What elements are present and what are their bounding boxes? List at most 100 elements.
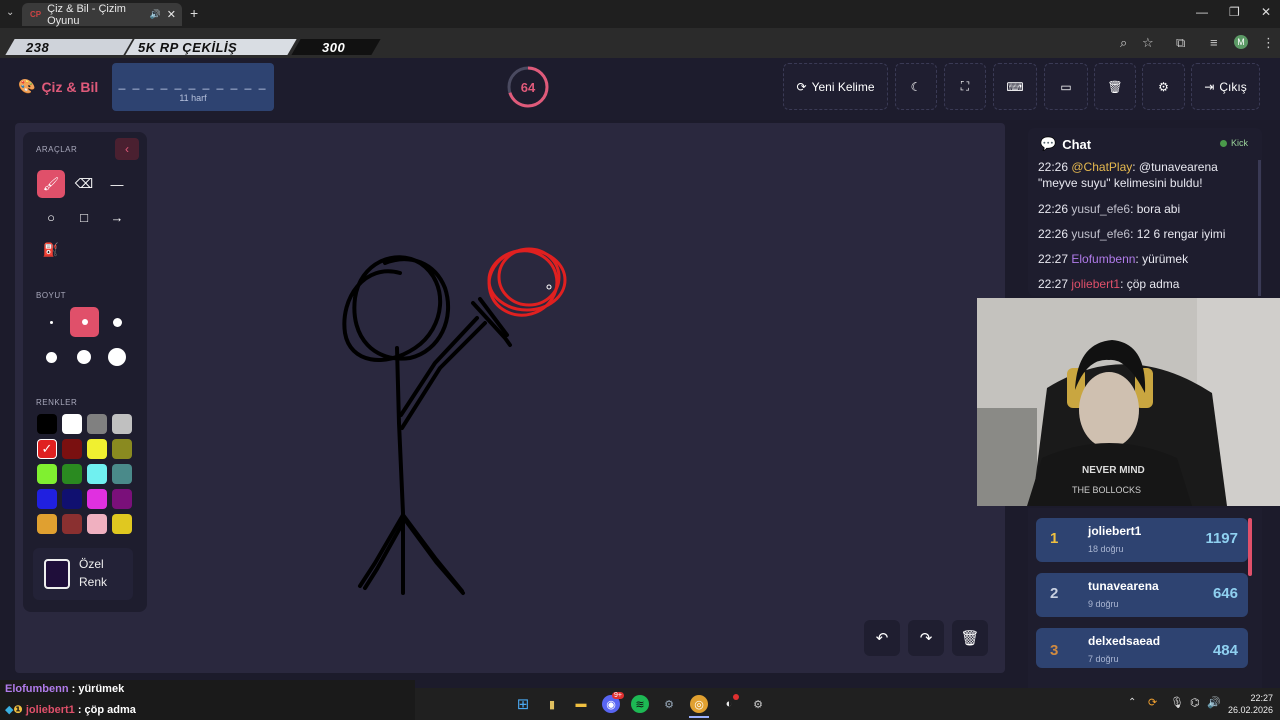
color-swatch[interactable] (87, 514, 107, 534)
circle-tool[interactable]: ○ (37, 203, 65, 231)
arrow-right-icon: → (110, 209, 124, 225)
clear-canvas-button[interactable]: 🗑 (952, 620, 988, 656)
chat-user: yusuf_efe6 (1071, 227, 1131, 241)
color-swatch[interactable] (62, 439, 82, 459)
color-swatch[interactable] (87, 489, 107, 509)
zoom-icon[interactable]: ⌕ (1120, 35, 1127, 51)
tab-close-icon[interactable]: ✕ (167, 8, 176, 21)
color-swatch[interactable] (87, 414, 107, 434)
palette-icon: 🎨 (18, 78, 36, 94)
header-trash-button[interactable]: 🗑 (1094, 63, 1136, 110)
leaderboard-rank: 3 (1050, 642, 1059, 659)
steam-icon[interactable]: ⚙ (660, 695, 678, 713)
fullscreen-button[interactable]: ⛶ (944, 63, 986, 110)
line-tool[interactable]: — (103, 170, 131, 198)
color-swatch[interactable] (37, 464, 57, 484)
leaderboard-score: 484 (1212, 642, 1238, 659)
tab-favicon-icon: CP (30, 10, 42, 19)
chat-text: : yürümek (1135, 252, 1189, 266)
settings-button[interactable]: ⚙ (1142, 63, 1185, 110)
color-swatch[interactable] (112, 514, 132, 534)
leaderboard-row: 1 joliebert1 18 doğru 1197 (1036, 518, 1248, 562)
volume-icon[interactable]: 🔊 (1207, 696, 1221, 709)
overlay-title: 5K RP ÇEKİLİŞ (138, 40, 238, 55)
network-icon[interactable]: ⌬ (1190, 696, 1200, 709)
size-4-button[interactable] (37, 343, 65, 371)
custom-color-label: Özel Renk (79, 555, 107, 591)
chrome-icon[interactable]: ◎ (690, 695, 708, 713)
color-swatch[interactable] (37, 514, 57, 534)
chevron-left-icon: ‹ (125, 142, 129, 156)
rectangle-tool[interactable]: □ (70, 203, 98, 231)
custom-color-label-line1: Özel (79, 557, 104, 571)
app-logo[interactable]: 🎨 Çiz & Bil (18, 78, 98, 95)
arrow-tool[interactable]: → (103, 203, 131, 231)
archive-button[interactable]: ▭ (1044, 63, 1088, 110)
size-2-button[interactable] (70, 307, 99, 337)
new-word-button[interactable]: ⟳ Yeni Kelime (783, 63, 888, 110)
color-swatch[interactable] (62, 514, 82, 534)
refresh-icon: ⟳ (796, 79, 807, 94)
color-swatch[interactable] (112, 489, 132, 509)
maximize-icon[interactable]: ❐ (1229, 5, 1240, 19)
bookmark-star-icon[interactable]: ☆ (1142, 35, 1154, 51)
tray-app-icon[interactable]: ⟳ (1148, 696, 1157, 709)
active-app-indicator (689, 716, 709, 718)
color-swatch[interactable] (112, 414, 132, 434)
color-swatch[interactable] (112, 439, 132, 459)
obs-recording-dot (733, 694, 739, 700)
custom-color-button[interactable]: Özel Renk (33, 548, 133, 600)
microphone-icon[interactable]: 🎙 (1170, 696, 1184, 709)
color-swatch[interactable] (62, 464, 82, 484)
drawing-canvas[interactable] (15, 123, 1005, 673)
chat-message: 22:27 Elofumbenn: yürümek (1038, 251, 1258, 267)
spotify-icon[interactable]: ≋ (631, 695, 649, 713)
app-icon-1[interactable]: ▮ (543, 695, 561, 713)
new-tab-button[interactable]: + (190, 5, 198, 21)
chat-time: 22:26 (1038, 202, 1069, 216)
media-control-icon[interactable]: ≡ (1210, 35, 1218, 50)
tab-search-icon[interactable]: ⌄ (6, 7, 14, 18)
size-1-button[interactable] (37, 308, 65, 336)
profile-avatar[interactable]: M (1234, 35, 1248, 49)
chat-time: 22:27 (1038, 252, 1069, 266)
undo-button[interactable]: ↶ (864, 620, 900, 656)
dark-mode-button[interactable]: ☾ (895, 63, 937, 110)
fill-tool[interactable]: ⛽ (37, 236, 65, 264)
redo-button[interactable]: ↷ (908, 620, 944, 656)
extensions-icon[interactable]: ⧉ (1176, 35, 1185, 51)
color-swatch[interactable] (37, 414, 57, 434)
logout-icon: ⇥ (1204, 79, 1215, 94)
color-swatch[interactable] (87, 464, 107, 484)
settings-taskbar-icon[interactable]: ⚙ (749, 695, 767, 713)
size-6-button[interactable] (103, 343, 131, 371)
color-swatch[interactable] (87, 439, 107, 459)
color-swatch[interactable] (112, 464, 132, 484)
brush-tool[interactable]: 🖌 (37, 170, 65, 198)
color-swatch[interactable] (62, 489, 82, 509)
leaderboard-row: 2 tunavearena 9 doğru 646 (1036, 573, 1248, 617)
logout-button[interactable]: ⇥ Çıkış (1191, 63, 1260, 110)
file-explorer-icon[interactable]: ▬ (572, 695, 590, 713)
size-section-title: BOYUT (36, 291, 67, 300)
size-5-button[interactable] (70, 343, 98, 371)
eraser-tool[interactable]: ⌫ (70, 170, 98, 198)
color-swatch[interactable] (62, 414, 82, 434)
browser-tab[interactable]: CP Çiz & Bil - Çizim Oyunu 🔊 ✕ (22, 3, 182, 27)
color-swatch[interactable]: ✓ (37, 439, 57, 459)
menu-kebab-icon[interactable]: ⋮ (1262, 35, 1275, 51)
window-close-icon[interactable]: ✕ (1261, 5, 1271, 19)
chat-scrollbar[interactable] (1258, 160, 1261, 296)
size-3-button[interactable] (103, 308, 131, 336)
taskbar-clock[interactable]: 22:27 26.02.2026 (1228, 692, 1273, 716)
tab-audio-icon[interactable]: 🔊 (150, 9, 161, 20)
keyboard-button[interactable]: ⌨ (993, 63, 1037, 110)
word-dashes: _ _ _ _ _ _ _ _ _ _ _ (118, 76, 268, 90)
collapse-panel-button[interactable]: ‹ (115, 138, 139, 160)
windows-start-icon[interactable]: ⊞ (514, 695, 532, 713)
minimize-icon[interactable]: — (1196, 5, 1208, 19)
color-swatch[interactable] (37, 489, 57, 509)
logout-label: Çıkış (1219, 79, 1247, 94)
leaderboard-scrollbar[interactable] (1248, 518, 1252, 576)
tray-chevron-icon[interactable]: ⌃ (1128, 697, 1136, 708)
